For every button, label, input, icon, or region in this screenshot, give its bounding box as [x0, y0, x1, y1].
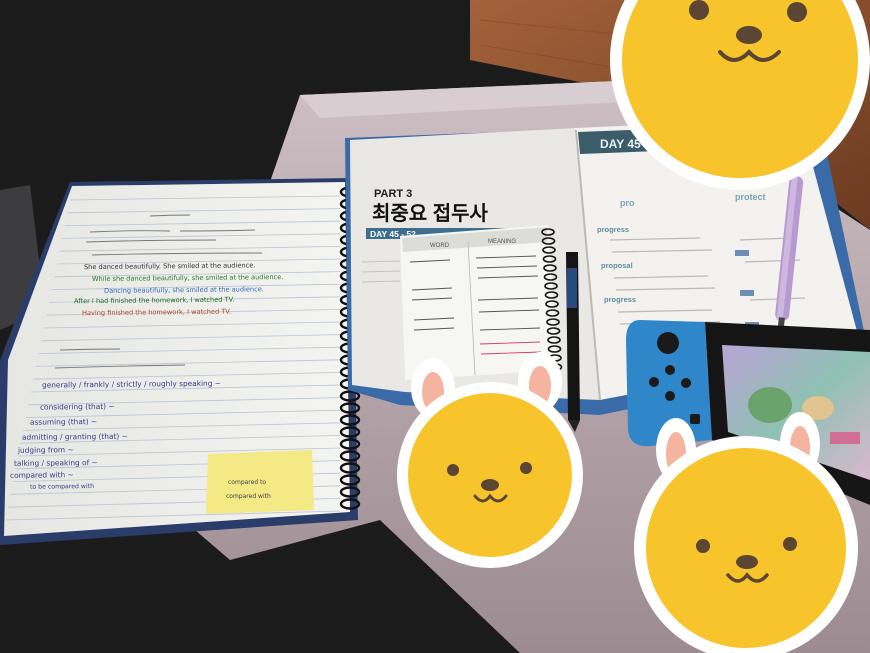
part-label: PART 3: [374, 188, 412, 200]
word-entry: proposal: [601, 261, 633, 270]
note-line: talking / speaking of ~: [14, 458, 98, 468]
word-entry: protect: [735, 192, 766, 202]
note-line: to be compared with: [30, 483, 94, 491]
note-line: generally / frankly / strictly / roughly…: [42, 379, 221, 390]
chapter-title: 최중요 접두사: [372, 202, 489, 225]
note-line: Dancing beautifully, she smiled at the a…: [104, 285, 264, 295]
note-line: Having finished the homework, I watched …: [82, 308, 231, 318]
word-entry: progress: [597, 225, 629, 234]
note-line: compared with ~: [10, 470, 74, 480]
mini-col-header: MEANING: [488, 239, 516, 245]
sticky-note: compared to compared with: [206, 450, 314, 514]
note-line: admitting / granting (that) ~: [22, 432, 128, 442]
word-entry: pro: [620, 198, 635, 208]
sticky-note-line: compared with: [226, 493, 271, 500]
note-line: assuming (that) ~: [30, 417, 97, 427]
day-label: DAY 45: [600, 137, 641, 151]
black-pen: [566, 252, 580, 432]
note-line: judging from ~: [17, 445, 74, 455]
bunny-sticker: [397, 352, 583, 568]
note-line: After I had finished the homework, I wat…: [74, 296, 234, 306]
mini-col-header: WORD: [430, 243, 450, 249]
desk-photo: She danced beautifully. She smiled at th…: [0, 0, 870, 653]
joystick: [657, 332, 679, 354]
word-entry: progress: [604, 295, 636, 304]
sticky-note-line: compared to: [228, 479, 266, 486]
photo-canvas: She danced beautifully. She smiled at th…: [0, 0, 870, 653]
note-line: considering (that) ~: [40, 402, 115, 412]
